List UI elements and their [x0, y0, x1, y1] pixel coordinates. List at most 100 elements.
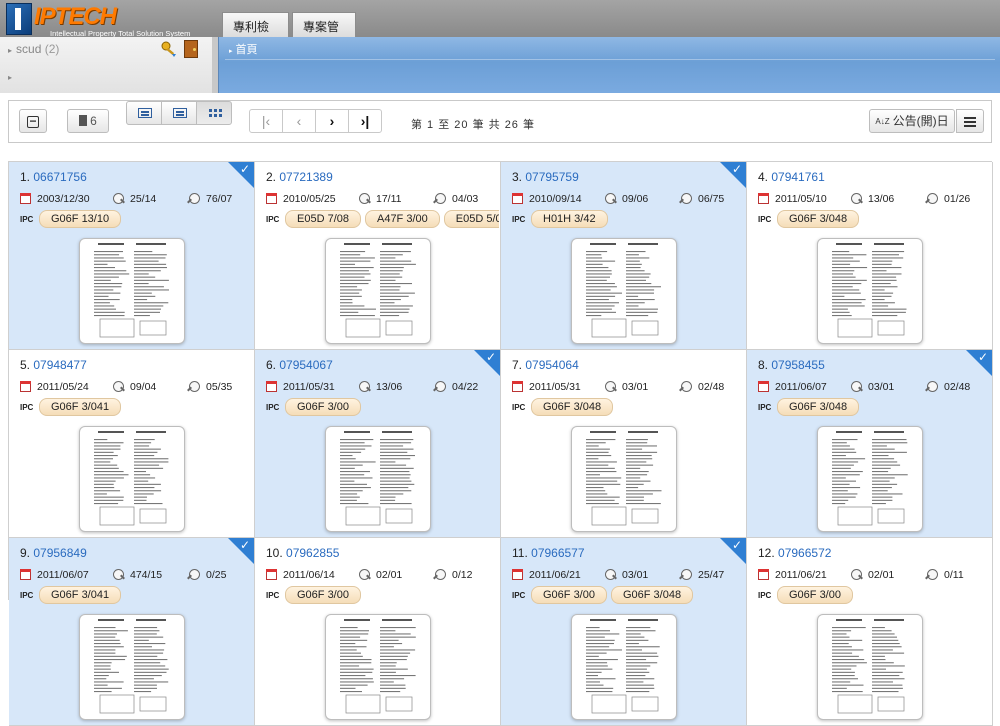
ipc-tag[interactable]: G06F 3/048 — [777, 210, 860, 228]
patent-thumbnail[interactable] — [817, 614, 923, 720]
patent-thumbnail[interactable] — [817, 238, 923, 344]
patent-number-link[interactable]: 07966577 — [531, 546, 584, 560]
ipc-tag[interactable]: G06F 3/00 — [777, 586, 853, 604]
result-title[interactable]: 8. 07958455 — [758, 358, 825, 372]
breadcrumb[interactable]: ▸ 首頁 — [229, 41, 258, 57]
result-title[interactable]: 7. 07954064 — [512, 358, 579, 372]
patent-thumbnail[interactable] — [325, 426, 431, 532]
user-row[interactable]: ▸ scud (2) — [8, 42, 59, 56]
ipc-tag[interactable]: G06F 3/048 — [610, 586, 694, 604]
result-card[interactable]: 3. 07795759 2010/09/14 09/06 06/75 IPC H01H 3… — [501, 162, 747, 350]
citations[interactable]: 474/15 — [113, 569, 162, 581]
result-card[interactable]: 5. 07948477 2011/05/24 09/04 05/35 IPC G06F 3… — [9, 350, 255, 538]
cited-by[interactable]: 0/12 — [435, 569, 472, 581]
tab-project-management[interactable]: 專案管理 — [292, 12, 356, 51]
cited-by[interactable]: 05/35 — [189, 381, 232, 393]
cited-by[interactable]: 25/47 — [681, 569, 724, 581]
result-card[interactable]: 8. 07958455 2011/06/07 03/01 02/48 IPC G06F 3… — [747, 350, 993, 538]
ipc-tag[interactable]: G06F 3/00 — [285, 398, 361, 416]
selected-check-icon[interactable] — [474, 350, 500, 376]
result-title[interactable]: 3. 07795759 — [512, 170, 579, 184]
iptech-logo[interactable]: IPTECH Intellectual Property Total Solut… — [4, 3, 214, 38]
citations[interactable]: 03/01 — [851, 381, 894, 393]
citations[interactable]: 03/01 — [605, 381, 648, 393]
result-card[interactable]: 1. 06671756 2003/12/30 25/14 76/07 IPC G06F 1… — [9, 162, 255, 350]
patent-thumbnail[interactable] — [79, 426, 185, 532]
result-card[interactable]: 10. 07962855 2011/06/14 02/01 0/12 IPC G06F 3… — [255, 538, 501, 726]
last-page-button[interactable]: ›| — [348, 109, 382, 133]
ipc-tag[interactable]: G06F 3/041 — [39, 398, 122, 416]
selected-check-icon[interactable] — [720, 162, 746, 188]
view-detail-button[interactable] — [161, 101, 197, 125]
logout-door-icon[interactable] — [184, 40, 198, 58]
citations[interactable]: 17/11 — [359, 193, 402, 205]
cited-by[interactable]: 02/48 — [927, 381, 970, 393]
patent-thumbnail[interactable] — [79, 238, 185, 344]
result-title[interactable]: 4. 07941761 — [758, 170, 825, 184]
ipc-tag[interactable]: E05D 5/06 — [443, 210, 499, 228]
citations[interactable]: 03/01 — [605, 569, 648, 581]
selected-check-icon[interactable] — [966, 350, 992, 376]
result-card[interactable]: 2. 07721389 2010/05/25 17/11 04/03 IPC E05D 7… — [255, 162, 501, 350]
patent-number-link[interactable]: 07948477 — [33, 358, 86, 372]
citations[interactable]: 09/06 — [605, 193, 648, 205]
cited-by[interactable]: 76/07 — [189, 193, 232, 205]
result-title[interactable]: 6. 07954067 — [266, 358, 333, 372]
result-title[interactable]: 12. 07966572 — [758, 546, 831, 560]
ipc-tag[interactable]: E05D 7/08 — [285, 210, 361, 228]
patent-thumbnail[interactable] — [571, 238, 677, 344]
patent-number-link[interactable]: 07954064 — [525, 358, 578, 372]
next-page-button[interactable]: › — [315, 109, 349, 133]
patent-number-link[interactable]: 07941761 — [771, 170, 824, 184]
result-title[interactable]: 5. 07948477 — [20, 358, 87, 372]
patent-number-link[interactable]: 07958455 — [771, 358, 824, 372]
cited-by[interactable]: 06/75 — [681, 193, 724, 205]
result-card[interactable]: 4. 07941761 2011/05/10 13/06 01/26 IPC G06F 3… — [747, 162, 993, 350]
result-card[interactable]: 6. 07954067 2011/05/31 13/06 04/22 IPC G06F 3… — [255, 350, 501, 538]
result-title[interactable]: 1. 06671756 — [20, 170, 87, 184]
result-title[interactable]: 2. 07721389 — [266, 170, 333, 184]
patent-thumbnail[interactable] — [79, 614, 185, 720]
result-card[interactable]: 7. 07954064 2011/05/31 03/01 02/48 IPC G06F 3… — [501, 350, 747, 538]
patent-number-link[interactable]: 06671756 — [33, 170, 86, 184]
citations[interactable]: 13/06 — [359, 381, 402, 393]
ipc-tag[interactable]: G06F 3/041 — [39, 586, 122, 604]
ipc-tag[interactable]: H01H 3/42 — [531, 210, 608, 228]
ipc-tag[interactable]: A47F 3/00 — [364, 210, 440, 228]
patent-number-link[interactable]: 07966572 — [778, 546, 831, 560]
citations[interactable]: 09/04 — [113, 381, 156, 393]
cited-by[interactable]: 04/22 — [435, 381, 478, 393]
cited-by[interactable]: 01/26 — [927, 193, 970, 205]
collapse-button[interactable]: − — [19, 109, 47, 133]
patent-thumbnail[interactable] — [325, 614, 431, 720]
citations[interactable]: 13/06 — [851, 193, 894, 205]
result-card[interactable]: 9. 07956849 2011/06/07 474/15 0/25 IPC G06F 3… — [9, 538, 255, 726]
result-title[interactable]: 9. 07956849 — [20, 546, 87, 560]
patent-number-link[interactable]: 07721389 — [279, 170, 332, 184]
selected-check-icon[interactable] — [720, 538, 746, 564]
view-list-button[interactable] — [126, 101, 162, 125]
selected-check-icon[interactable] — [228, 538, 254, 564]
patent-thumbnail[interactable] — [325, 238, 431, 344]
cited-by[interactable]: 04/03 — [435, 193, 478, 205]
selected-count-button[interactable]: 6 — [67, 109, 109, 133]
view-grid-button[interactable] — [196, 101, 232, 125]
patent-number-link[interactable]: 07956849 — [33, 546, 86, 560]
patent-number-link[interactable]: 07962855 — [286, 546, 339, 560]
prev-page-button[interactable]: ‹ — [282, 109, 316, 133]
citations[interactable]: 25/14 — [113, 193, 156, 205]
expand-arrow-icon[interactable]: ▸ — [8, 73, 12, 82]
result-title[interactable]: 10. 07962855 — [266, 546, 339, 560]
result-card[interactable]: 12. 07966572 2011/06/21 02/01 0/11 IPC G06F 3… — [747, 538, 993, 726]
patent-number-link[interactable]: 07954067 — [279, 358, 332, 372]
patent-thumbnail[interactable] — [571, 426, 677, 532]
result-title[interactable]: 11. 07966577 — [512, 546, 585, 560]
ipc-tag[interactable]: G06F 3/00 — [285, 586, 361, 604]
patent-number-link[interactable]: 07795759 — [525, 170, 578, 184]
citations[interactable]: 02/01 — [359, 569, 402, 581]
menu-button[interactable] — [956, 109, 984, 133]
ipc-tag[interactable]: G06F 3/048 — [531, 398, 614, 416]
selected-check-icon[interactable] — [228, 162, 254, 188]
result-card[interactable]: 11. 07966577 2011/06/21 03/01 25/47 IPC G06F … — [501, 538, 747, 726]
patent-thumbnail[interactable] — [571, 614, 677, 720]
